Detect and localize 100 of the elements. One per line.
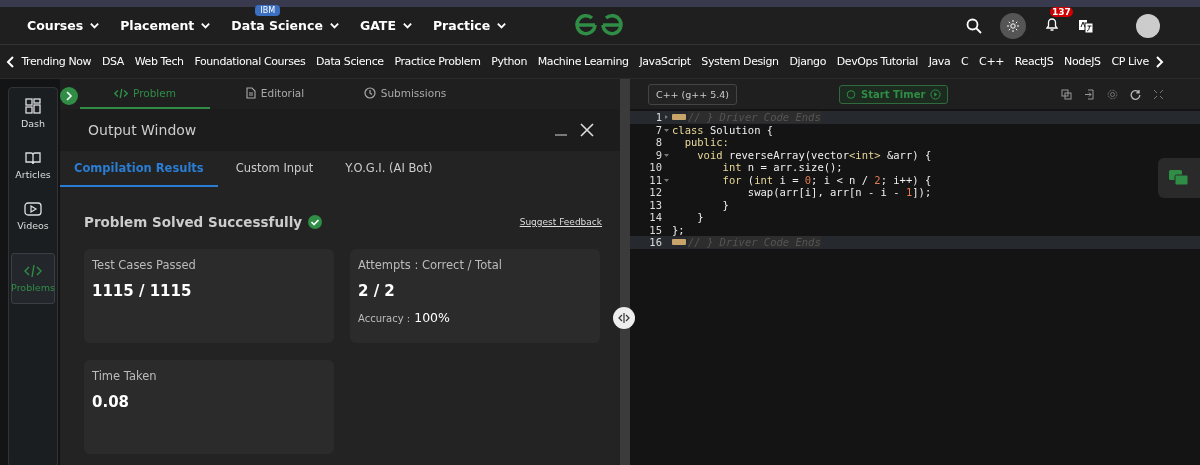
nav-link[interactable]: DSA bbox=[96, 55, 130, 68]
nav-link[interactable]: C bbox=[955, 55, 974, 68]
nav-link[interactable]: Trending Now bbox=[16, 55, 97, 68]
sun-icon bbox=[1007, 19, 1019, 32]
output-tab[interactable]: Custom Input bbox=[221, 151, 328, 187]
clock-icon bbox=[363, 87, 376, 99]
menu-badge: IBM bbox=[255, 5, 281, 16]
copy-icon[interactable] bbox=[1061, 88, 1072, 100]
resize-icon bbox=[618, 313, 630, 323]
check-icon bbox=[308, 215, 323, 229]
fold-arrow-icon[interactable] bbox=[663, 152, 669, 157]
code-icon bbox=[24, 264, 42, 278]
code-line: class Solution { bbox=[672, 123, 774, 136]
nav-link[interactable]: CP Live bbox=[1106, 55, 1155, 68]
nav-link[interactable]: NodeJS bbox=[1058, 55, 1106, 68]
play-icon bbox=[24, 202, 42, 216]
window-title: Output Window bbox=[88, 122, 198, 138]
card-label: Test Cases Passed bbox=[92, 258, 197, 272]
chevron-down-icon bbox=[496, 20, 508, 31]
fold-arrow-icon[interactable] bbox=[663, 177, 669, 182]
code-icon bbox=[114, 87, 129, 99]
nav-link[interactable]: ReactJS bbox=[1009, 55, 1059, 68]
line-number: 12 bbox=[649, 186, 662, 199]
chevron-down-icon bbox=[89, 20, 101, 31]
nav-link[interactable]: Django bbox=[784, 55, 832, 68]
notification-badge: 137 bbox=[1050, 6, 1073, 17]
line-number: 9 bbox=[655, 148, 662, 161]
card-label: Time Taken bbox=[92, 369, 158, 383]
nav-menu[interactable]: Data Science bbox=[231, 18, 340, 33]
nav-menu[interactable]: Practice bbox=[432, 18, 508, 33]
code-line: }; bbox=[672, 223, 685, 236]
sidebar-item[interactable]: Problems bbox=[11, 253, 55, 304]
line-number: 13 bbox=[649, 198, 662, 211]
import-icon[interactable] bbox=[1084, 88, 1095, 100]
chat-icon bbox=[1168, 169, 1190, 187]
fold-arrow-icon[interactable] bbox=[663, 127, 669, 132]
chevron-right-icon bbox=[65, 91, 73, 101]
nav-link[interactable]: Java bbox=[923, 55, 956, 68]
chat-button[interactable] bbox=[1158, 158, 1200, 198]
theme-toggle[interactable] bbox=[1000, 12, 1026, 39]
fold-marker[interactable] bbox=[672, 239, 686, 246]
nav-link[interactable]: Data Science bbox=[310, 55, 390, 68]
nav-link[interactable]: System Design bbox=[695, 55, 785, 68]
language-select[interactable]: C++ (g++ 5.4) bbox=[648, 83, 738, 105]
search-icon[interactable] bbox=[966, 17, 982, 34]
bell-icon[interactable] bbox=[1044, 15, 1060, 32]
nav-link[interactable]: Python bbox=[485, 55, 533, 68]
chevron-down-icon bbox=[401, 20, 413, 31]
nav-link[interactable]: Web Tech bbox=[129, 55, 190, 68]
code-line: } bbox=[696, 211, 704, 224]
fullscreen-icon[interactable] bbox=[1153, 88, 1164, 100]
feedback-link[interactable]: Suggest Feedback bbox=[519, 217, 602, 227]
translate-icon[interactable] bbox=[1078, 17, 1094, 34]
nav-link[interactable]: JavaScript bbox=[634, 55, 696, 68]
line-number: 15 bbox=[649, 223, 662, 236]
chevron-down-icon bbox=[328, 20, 340, 31]
accuracy-value: 100% bbox=[414, 310, 450, 325]
code-line: swap(arr[i], arr[n - i - 1]); bbox=[746, 186, 932, 199]
problem-tab[interactable]: Submissions bbox=[340, 79, 470, 109]
code-line: } bbox=[721, 198, 729, 211]
avatar[interactable] bbox=[1136, 13, 1160, 38]
nav-menu[interactable]: Placement bbox=[120, 18, 212, 33]
fold-marker[interactable] bbox=[672, 114, 686, 121]
code-line: int n = arr.size(); bbox=[721, 161, 843, 174]
code-line: for (int i = 0; i < n / 2; i++) { bbox=[721, 173, 932, 186]
fold-arrow-icon[interactable] bbox=[663, 115, 669, 120]
minimize-icon bbox=[554, 134, 568, 136]
document-icon bbox=[245, 87, 256, 99]
sidebar-item[interactable]: Articles bbox=[15, 151, 51, 180]
card-value: 2 / 2 bbox=[358, 282, 396, 300]
close-icon bbox=[580, 123, 594, 137]
settings-icon[interactable] bbox=[1107, 88, 1118, 100]
book-icon bbox=[25, 151, 41, 165]
sidebar-item[interactable]: Videos bbox=[17, 202, 49, 231]
start-timer-button[interactable]: Start Timer bbox=[839, 84, 949, 104]
nav-menu[interactable]: Courses bbox=[27, 18, 101, 33]
code-line: public: bbox=[683, 136, 729, 149]
card-value: 0.08 bbox=[92, 393, 130, 411]
output-tab[interactable]: Compilation Results bbox=[60, 151, 218, 187]
chevron-left-icon[interactable] bbox=[6, 55, 16, 68]
nav-link[interactable]: Machine Learning bbox=[532, 55, 635, 68]
line-number: 8 bbox=[655, 136, 662, 149]
chevron-right-icon[interactable] bbox=[1154, 55, 1165, 68]
line-number: 7 bbox=[655, 123, 662, 136]
nav-link[interactable]: DevOps Tutorial bbox=[831, 55, 924, 68]
card-label: Attempts : Correct / Total bbox=[358, 258, 503, 272]
code-line: void reverseArray(vector<int> &arr) { bbox=[696, 148, 932, 161]
card-value: 1115 / 1115 bbox=[92, 282, 193, 300]
reset-icon[interactable] bbox=[1130, 88, 1141, 100]
problem-tab[interactable]: Editorial bbox=[210, 79, 340, 109]
play-icon bbox=[930, 88, 942, 100]
sidebar-item[interactable]: Dash bbox=[20, 98, 46, 129]
nav-link[interactable]: Foundational Courses bbox=[189, 55, 311, 68]
line-number: 14 bbox=[649, 211, 662, 224]
nav-link[interactable]: Practice Problem bbox=[389, 55, 486, 68]
nav-menu[interactable]: GATE bbox=[359, 18, 413, 33]
output-tab[interactable]: Y.O.G.I. (AI Bot) bbox=[331, 151, 447, 187]
nav-link[interactable]: C++ bbox=[973, 55, 1010, 68]
grid-icon bbox=[25, 98, 41, 114]
line-number: 10 bbox=[649, 161, 662, 174]
